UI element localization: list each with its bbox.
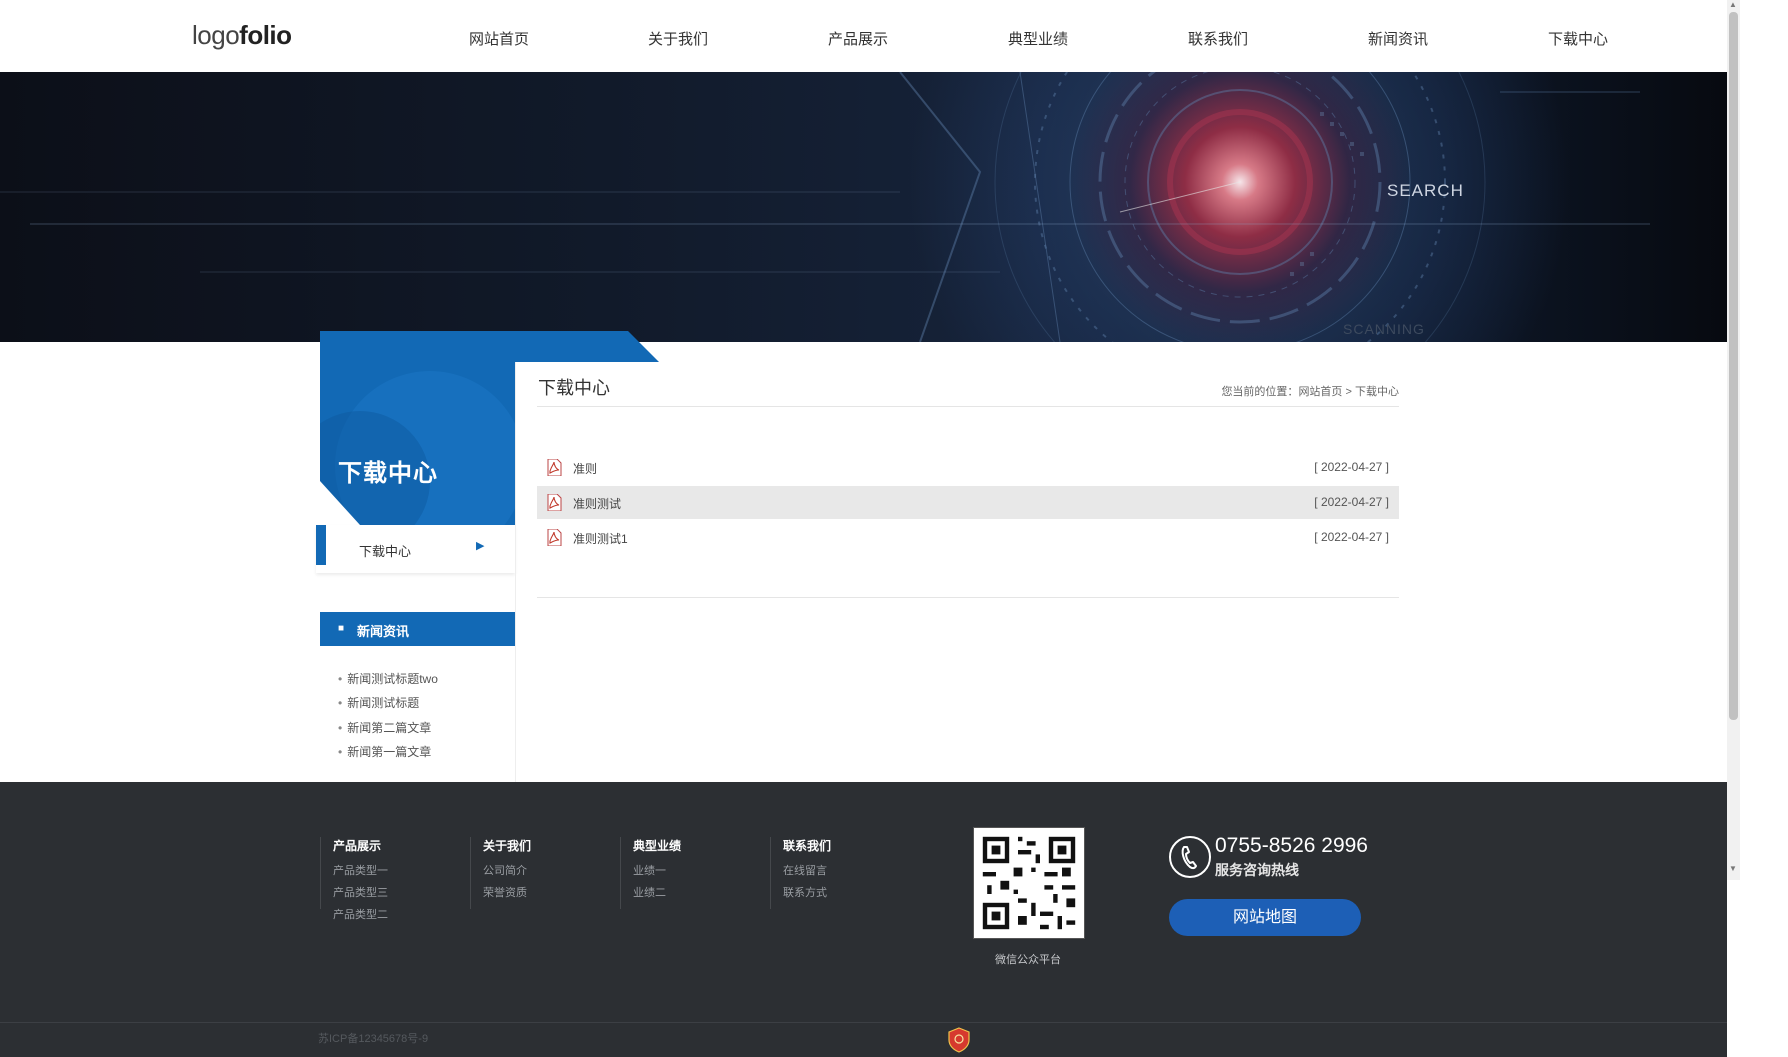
download-row[interactable]: 准则测试 [ 2022-04-27 ] <box>537 486 1399 519</box>
site-footer: 产品展示 产品类型一 产品类型三 产品类型二 关于我们 公司简介 荣誉资质 典型… <box>0 782 1727 1057</box>
banner-word-search: SEARCH <box>1387 181 1464 200</box>
news-panel-title: 新闻资讯 <box>357 624 410 639</box>
breadcrumb-home-link[interactable]: 网站首页 <box>1298 386 1342 398</box>
footer-link[interactable]: 产品类型三 <box>333 884 388 900</box>
footer-link[interactable]: 产品类型一 <box>333 862 388 878</box>
download-row[interactable]: 准则测试1 [ 2022-04-27 ] <box>537 521 1399 554</box>
news-list: 新闻测试标题two 新闻测试标题 新闻第二篇文章 新闻第一篇文章 <box>320 646 515 783</box>
site-logo[interactable]: logofolio <box>192 20 292 51</box>
sidebar-divider <box>515 362 516 782</box>
breadcrumb-prefix: 您当前的位置： <box>1221 386 1299 398</box>
nav-item-news[interactable]: 新闻资讯 <box>1338 28 1458 49</box>
news-list-item[interactable]: 新闻第一篇文章 <box>338 743 431 760</box>
download-row[interactable]: 准则 [ 2022-04-27 ] <box>537 451 1399 484</box>
active-marker <box>316 525 326 565</box>
pdf-file-icon <box>547 494 562 511</box>
grid-icon: ■ <box>338 623 345 634</box>
sidebar-header: 下载中心 <box>320 331 515 525</box>
nav-item-home[interactable]: 网站首页 <box>439 28 559 49</box>
footer-divider <box>0 1022 1727 1023</box>
nav-item-downloads[interactable]: 下载中心 <box>1518 28 1638 49</box>
caret-right-icon: ▶ <box>476 540 485 552</box>
nav-item-products[interactable]: 产品展示 <box>798 28 918 49</box>
pdf-file-icon <box>547 459 562 476</box>
footer-column-title: 联系我们 <box>783 839 832 853</box>
breadcrumb: 您当前的位置：网站首页 > 下载中心 <box>1221 383 1399 399</box>
phone-icon <box>1169 836 1211 878</box>
sitemap-button[interactable]: 网站地图 <box>1169 899 1361 936</box>
qr-caption: 微信公众平台 <box>995 954 1061 966</box>
download-date: [ 2022-04-27 ] <box>1314 460 1389 474</box>
list-bottom-divider <box>537 597 1399 598</box>
news-list-item[interactable]: 新闻测试标题 <box>338 694 419 711</box>
download-date: [ 2022-04-27 ] <box>1314 530 1389 544</box>
footer-link[interactable]: 在线留言 <box>783 862 827 878</box>
download-name: 准则测试1 <box>573 532 628 546</box>
footer-column-title: 产品展示 <box>333 839 382 853</box>
icp-license-link[interactable]: 苏ICP备12345678号-9 <box>318 1030 428 1046</box>
footer-column-divider <box>320 837 321 909</box>
site-header: logofolio 网站首页 关于我们 产品展示 典型业绩 联系我们 新闻资讯 … <box>0 0 1727 72</box>
page-scrollbar-thumb[interactable] <box>1729 12 1738 720</box>
banner-word-scanning: SCANNING <box>1343 321 1425 337</box>
pdf-file-icon <box>547 529 562 546</box>
hero-banner: SEARCH SCANNING <box>0 72 1727 342</box>
sidebar-item-downloads[interactable]: 下载中心 ▶ <box>316 525 515 573</box>
nav-item-about[interactable]: 关于我们 <box>618 28 738 49</box>
nav-item-cases[interactable]: 典型业绩 <box>978 28 1098 49</box>
footer-link[interactable]: 业绩二 <box>633 884 666 900</box>
footer-link[interactable]: 联系方式 <box>783 884 827 900</box>
footer-column-title: 典型业绩 <box>633 839 682 853</box>
breadcrumb-current-link[interactable]: 下载中心 <box>1355 386 1399 398</box>
footer-link[interactable]: 公司简介 <box>483 862 527 878</box>
logo-bold-text: folio <box>239 20 292 50</box>
wechat-qr-code <box>973 827 1085 939</box>
banner-tech-graphic <box>0 72 1650 342</box>
footer-link[interactable]: 荣誉资质 <box>483 884 527 900</box>
sidebar-item-label: 下载中心 <box>359 544 412 559</box>
sidebar-header-decor <box>320 371 515 525</box>
download-date: [ 2022-04-27 ] <box>1314 495 1389 509</box>
download-name: 准则测试 <box>573 497 622 511</box>
qr-code-icon <box>974 828 1084 938</box>
news-list-item[interactable]: 新闻第二篇文章 <box>338 719 431 736</box>
footer-link[interactable]: 产品类型二 <box>333 906 388 922</box>
footer-column-divider <box>620 837 621 909</box>
title-divider <box>537 406 1399 407</box>
hotline-number: 0755-8526 2996 <box>1215 834 1368 857</box>
scroll-down-arrow-icon[interactable]: ▼ <box>1729 864 1737 873</box>
footer-column-divider <box>770 837 771 909</box>
news-list-item[interactable]: 新闻测试标题two <box>338 670 438 687</box>
sidebar-title: 下载中心 <box>338 460 438 487</box>
footer-column-title: 关于我们 <box>483 839 532 853</box>
hotline-caption: 服务咨询热线 <box>1215 862 1299 878</box>
logo-light-text: logo <box>192 20 240 50</box>
police-shield-icon[interactable] <box>948 1027 970 1053</box>
footer-link[interactable]: 业绩一 <box>633 862 666 878</box>
scroll-up-arrow-icon[interactable]: ▲ <box>1729 0 1737 9</box>
footer-column-divider <box>470 837 471 909</box>
nav-item-contact[interactable]: 联系我们 <box>1158 28 1278 49</box>
page-title: 下载中心 <box>538 378 610 398</box>
download-name: 准则 <box>573 462 598 476</box>
news-panel-header: ■ 新闻资讯 <box>320 612 515 646</box>
breadcrumb-separator: > <box>1345 386 1352 398</box>
